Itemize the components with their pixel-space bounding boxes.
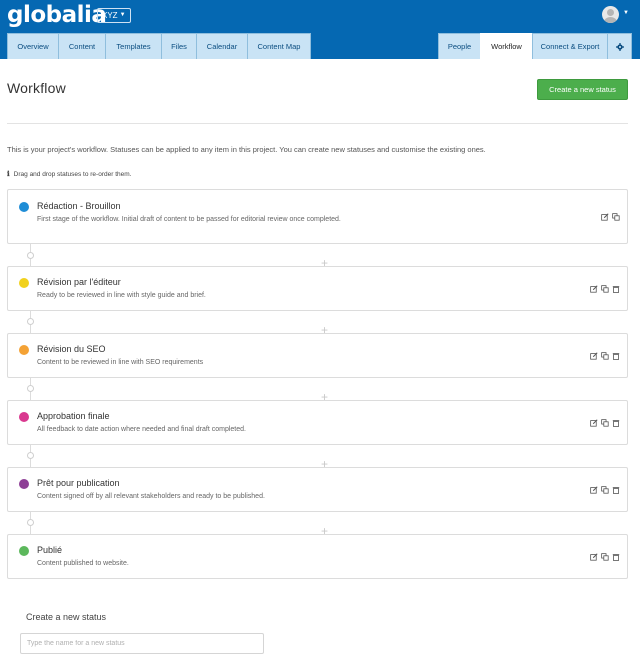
top-bar: globalia XYZ ▼ ▼ Overview Content Templa… — [0, 0, 640, 59]
status-actions — [590, 486, 620, 494]
drag-hint-text: Drag and drop statuses to re-order them. — [13, 170, 132, 178]
status-description: All feedback to date action where needed… — [37, 426, 246, 433]
duplicate-icon[interactable] — [601, 486, 609, 494]
tab-calendar[interactable]: Calendar — [196, 33, 248, 59]
edit-icon[interactable] — [601, 213, 609, 221]
status-actions — [601, 213, 620, 221]
status-color-dot — [19, 412, 29, 422]
delete-icon[interactable] — [612, 285, 620, 293]
info-icon: ℹ — [7, 171, 10, 178]
chevron-down-icon: ▼ — [119, 12, 126, 18]
status-description: First stage of the workflow. Initial dra… — [37, 216, 341, 223]
gear-icon — [615, 42, 624, 51]
status-description: Content to be reviewed in line with SEO … — [37, 359, 204, 366]
create-status-button[interactable]: Create a new status — [537, 79, 628, 100]
tab-settings[interactable] — [607, 33, 632, 59]
settings-nav: People Workflow Connect & Export — [438, 33, 632, 59]
insert-status-plus-icon[interactable]: + — [321, 525, 328, 537]
status-color-dot — [19, 278, 29, 288]
status-name: Publié — [37, 545, 63, 555]
tab-overview[interactable]: Overview — [7, 33, 59, 59]
delete-icon[interactable] — [612, 419, 620, 427]
status-name: Révision du SEO — [37, 344, 106, 354]
create-status-label: Create a new status — [26, 612, 107, 622]
divider — [7, 123, 628, 124]
status-actions — [590, 352, 620, 360]
chevron-down-icon[interactable]: ▼ — [623, 10, 629, 16]
status-name: Prêt pour publication — [37, 478, 120, 488]
tab-content-map[interactable]: Content Map — [247, 33, 311, 59]
logo[interactable]: globalia — [7, 2, 107, 28]
drag-hint: ℹ Drag and drop statuses to re-order the… — [7, 170, 132, 179]
status-actions — [590, 419, 620, 427]
duplicate-icon[interactable] — [601, 553, 609, 561]
tab-content[interactable]: Content — [58, 33, 106, 59]
edit-icon[interactable] — [590, 486, 598, 494]
tab-workflow[interactable]: Workflow — [480, 33, 533, 59]
delete-icon[interactable] — [612, 352, 620, 360]
status-actions — [590, 285, 620, 293]
tab-files[interactable]: Files — [161, 33, 197, 59]
status-card[interactable]: + Publié Content published to website. — [7, 525, 628, 579]
insert-status-plus-icon[interactable]: + — [321, 257, 328, 269]
edit-icon[interactable] — [590, 553, 598, 561]
insert-status-plus-icon[interactable]: + — [321, 458, 328, 470]
tab-people[interactable]: People — [438, 33, 481, 59]
status-name: Approbation finale — [37, 411, 110, 421]
project-selector-label: XYZ — [102, 11, 118, 20]
status-color-dot — [19, 479, 29, 489]
workflow-node — [27, 519, 34, 526]
workflow-node — [27, 318, 34, 325]
status-description: Ready to be reviewed in line with style … — [37, 292, 206, 299]
delete-icon[interactable] — [612, 553, 620, 561]
duplicate-icon[interactable] — [601, 419, 609, 427]
avatar[interactable] — [602, 6, 619, 23]
page-title: Workflow — [7, 80, 66, 96]
status-card[interactable]: + Révision par l'éditeur Ready to be rev… — [7, 257, 628, 311]
duplicate-icon[interactable] — [612, 213, 620, 221]
tab-connect-export[interactable]: Connect & Export — [532, 33, 608, 59]
insert-status-plus-icon[interactable]: + — [321, 324, 328, 336]
status-card[interactable]: + Approbation finale All feedback to dat… — [7, 391, 628, 445]
duplicate-icon[interactable] — [601, 285, 609, 293]
project-selector[interactable]: XYZ ▼ — [97, 8, 131, 23]
status-color-dot — [19, 202, 29, 212]
status-color-dot — [19, 546, 29, 556]
main-nav: Overview Content Templates Files Calenda… — [7, 33, 311, 59]
status-card[interactable]: + Prêt pour publication Content signed o… — [7, 458, 628, 512]
status-card[interactable]: Rédaction - Brouillon First stage of the… — [7, 189, 628, 244]
workflow-node — [27, 252, 34, 259]
insert-status-plus-icon[interactable]: + — [321, 391, 328, 403]
status-description: Content published to website. — [37, 560, 129, 567]
status-color-dot — [19, 345, 29, 355]
tab-templates[interactable]: Templates — [105, 33, 162, 59]
duplicate-icon[interactable] — [601, 352, 609, 360]
workflow-node — [27, 385, 34, 392]
workflow-node — [27, 452, 34, 459]
delete-icon[interactable] — [612, 486, 620, 494]
status-description: Content signed off by all relevant stake… — [37, 493, 265, 500]
edit-icon[interactable] — [590, 352, 598, 360]
new-status-input[interactable] — [20, 633, 264, 654]
status-card[interactable]: + Révision du SEO Content to be reviewed… — [7, 324, 628, 378]
status-actions — [590, 553, 620, 561]
edit-icon[interactable] — [590, 285, 598, 293]
edit-icon[interactable] — [590, 419, 598, 427]
status-name: Rédaction - Brouillon — [37, 201, 121, 211]
intro-text: This is your project's workflow. Statuse… — [7, 145, 486, 154]
status-name: Révision par l'éditeur — [37, 277, 121, 287]
